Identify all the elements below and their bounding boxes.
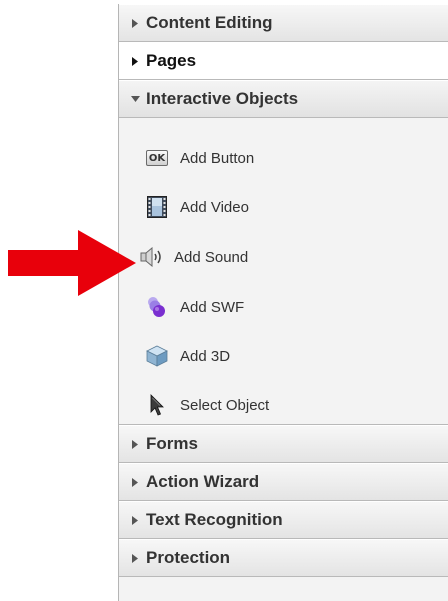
chevron-right-icon: [128, 477, 142, 487]
select-object-item[interactable]: Select Object: [146, 390, 269, 420]
chevron-right-icon: [128, 553, 142, 563]
speaker-icon: [140, 246, 166, 268]
item-label: Add Video: [180, 198, 249, 216]
cursor-arrow-icon: [146, 394, 168, 416]
section-text-recognition[interactable]: Text Recognition: [119, 501, 448, 539]
section-label: Forms: [146, 434, 198, 453]
section-label: Text Recognition: [146, 510, 283, 529]
section-interactive-objects[interactable]: Interactive Objects: [119, 80, 448, 118]
ok-button-icon: OK: [146, 147, 168, 169]
section-protection[interactable]: Protection: [119, 539, 448, 577]
red-arrow-annotation: [8, 230, 136, 296]
chevron-right-icon: [128, 515, 142, 525]
section-label: Interactive Objects: [146, 89, 299, 108]
section-label: Protection: [146, 548, 231, 567]
film-icon: [146, 196, 168, 218]
cube-icon: [146, 345, 168, 367]
add-3d-item[interactable]: Add 3D: [146, 341, 230, 371]
add-video-item[interactable]: Add Video: [146, 192, 249, 222]
item-label: Select Object: [180, 396, 270, 414]
add-button-item[interactable]: OK Add Button: [146, 143, 254, 173]
section-label: Pages: [146, 51, 197, 70]
chevron-right-icon: [128, 18, 142, 28]
section-content-editing[interactable]: Content Editing: [119, 4, 448, 42]
add-sound-item[interactable]: Add Sound: [140, 242, 248, 272]
swf-bubbles-icon: [146, 296, 168, 318]
chevron-right-icon: [128, 56, 142, 66]
section-label: Action Wizard: [146, 472, 260, 491]
chevron-down-icon: [128, 96, 142, 102]
section-forms[interactable]: Forms: [119, 425, 448, 463]
section-action-wizard[interactable]: Action Wizard: [119, 463, 448, 501]
item-label: Add 3D: [180, 347, 231, 365]
section-label: Content Editing: [146, 13, 273, 32]
item-label: Add Button: [180, 149, 255, 167]
chevron-right-icon: [128, 439, 142, 449]
section-pages[interactable]: Pages: [119, 42, 448, 80]
add-swf-item[interactable]: Add SWF: [146, 292, 244, 322]
item-label: Add Sound: [174, 248, 249, 266]
item-label: Add SWF: [180, 298, 245, 316]
